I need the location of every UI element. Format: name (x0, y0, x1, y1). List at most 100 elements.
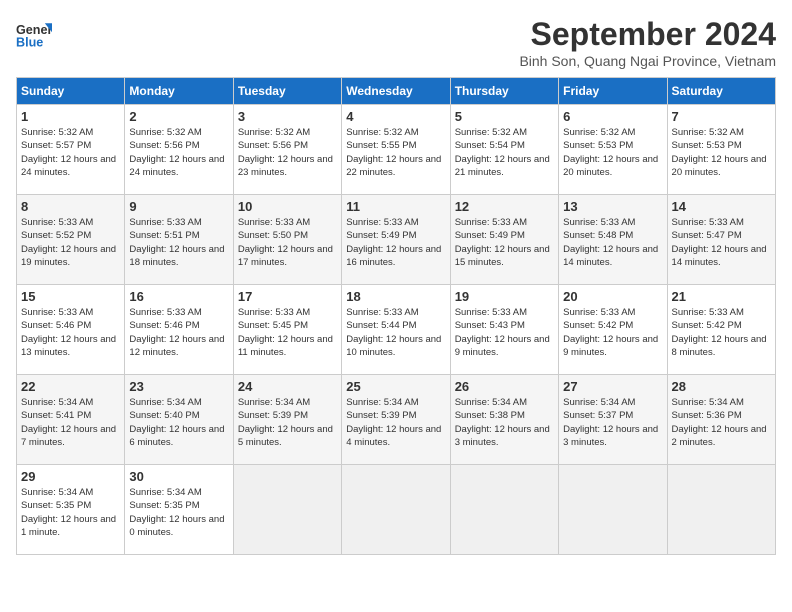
day-number: 23 (129, 379, 228, 394)
table-row: 25 Sunrise: 5:34 AMSunset: 5:39 PMDaylig… (342, 375, 450, 465)
table-row (342, 465, 450, 555)
table-row (450, 465, 558, 555)
table-row: 3 Sunrise: 5:32 AMSunset: 5:56 PMDayligh… (233, 105, 341, 195)
table-row: 6 Sunrise: 5:32 AMSunset: 5:53 PMDayligh… (559, 105, 667, 195)
day-number: 11 (346, 199, 445, 214)
day-info: Sunrise: 5:34 AMSunset: 5:41 PMDaylight:… (21, 396, 120, 449)
day-info: Sunrise: 5:33 AMSunset: 5:44 PMDaylight:… (346, 306, 445, 359)
table-row: 23 Sunrise: 5:34 AMSunset: 5:40 PMDaylig… (125, 375, 233, 465)
day-number: 2 (129, 109, 228, 124)
calendar-title: September 2024 (519, 16, 776, 53)
day-number: 19 (455, 289, 554, 304)
day-number: 17 (238, 289, 337, 304)
day-info: Sunrise: 5:33 AMSunset: 5:42 PMDaylight:… (563, 306, 662, 359)
table-row: 9 Sunrise: 5:33 AMSunset: 5:51 PMDayligh… (125, 195, 233, 285)
col-sunday: Sunday (17, 78, 125, 105)
day-number: 26 (455, 379, 554, 394)
day-number: 16 (129, 289, 228, 304)
day-number: 6 (563, 109, 662, 124)
title-section: September 2024 Binh Son, Quang Ngai Prov… (519, 16, 776, 69)
table-row: 29 Sunrise: 5:34 AMSunset: 5:35 PMDaylig… (17, 465, 125, 555)
calendar-row: 29 Sunrise: 5:34 AMSunset: 5:35 PMDaylig… (17, 465, 776, 555)
day-info: Sunrise: 5:32 AMSunset: 5:56 PMDaylight:… (129, 126, 228, 179)
table-row: 22 Sunrise: 5:34 AMSunset: 5:41 PMDaylig… (17, 375, 125, 465)
table-row: 30 Sunrise: 5:34 AMSunset: 5:35 PMDaylig… (125, 465, 233, 555)
table-row (233, 465, 341, 555)
day-info: Sunrise: 5:33 AMSunset: 5:50 PMDaylight:… (238, 216, 337, 269)
table-row: 26 Sunrise: 5:34 AMSunset: 5:38 PMDaylig… (450, 375, 558, 465)
day-number: 28 (672, 379, 771, 394)
day-info: Sunrise: 5:33 AMSunset: 5:48 PMDaylight:… (563, 216, 662, 269)
table-row: 24 Sunrise: 5:34 AMSunset: 5:39 PMDaylig… (233, 375, 341, 465)
day-info: Sunrise: 5:32 AMSunset: 5:53 PMDaylight:… (563, 126, 662, 179)
day-number: 25 (346, 379, 445, 394)
day-info: Sunrise: 5:34 AMSunset: 5:35 PMDaylight:… (129, 486, 228, 539)
col-monday: Monday (125, 78, 233, 105)
day-info: Sunrise: 5:33 AMSunset: 5:49 PMDaylight:… (455, 216, 554, 269)
day-info: Sunrise: 5:34 AMSunset: 5:39 PMDaylight:… (346, 396, 445, 449)
day-info: Sunrise: 5:33 AMSunset: 5:51 PMDaylight:… (129, 216, 228, 269)
page-header: General Blue September 2024 Binh Son, Qu… (16, 16, 776, 69)
day-number: 3 (238, 109, 337, 124)
day-info: Sunrise: 5:34 AMSunset: 5:40 PMDaylight:… (129, 396, 228, 449)
day-info: Sunrise: 5:33 AMSunset: 5:46 PMDaylight:… (21, 306, 120, 359)
table-row: 28 Sunrise: 5:34 AMSunset: 5:36 PMDaylig… (667, 375, 775, 465)
day-info: Sunrise: 5:32 AMSunset: 5:56 PMDaylight:… (238, 126, 337, 179)
day-number: 20 (563, 289, 662, 304)
table-row: 19 Sunrise: 5:33 AMSunset: 5:43 PMDaylig… (450, 285, 558, 375)
day-info: Sunrise: 5:33 AMSunset: 5:52 PMDaylight:… (21, 216, 120, 269)
day-number: 4 (346, 109, 445, 124)
day-info: Sunrise: 5:34 AMSunset: 5:38 PMDaylight:… (455, 396, 554, 449)
table-row: 27 Sunrise: 5:34 AMSunset: 5:37 PMDaylig… (559, 375, 667, 465)
col-saturday: Saturday (667, 78, 775, 105)
calendar-table: Sunday Monday Tuesday Wednesday Thursday… (16, 77, 776, 555)
day-number: 9 (129, 199, 228, 214)
day-number: 27 (563, 379, 662, 394)
day-info: Sunrise: 5:34 AMSunset: 5:39 PMDaylight:… (238, 396, 337, 449)
table-row: 18 Sunrise: 5:33 AMSunset: 5:44 PMDaylig… (342, 285, 450, 375)
calendar-row: 1 Sunrise: 5:32 AMSunset: 5:57 PMDayligh… (17, 105, 776, 195)
day-number: 21 (672, 289, 771, 304)
table-row: 13 Sunrise: 5:33 AMSunset: 5:48 PMDaylig… (559, 195, 667, 285)
day-info: Sunrise: 5:32 AMSunset: 5:54 PMDaylight:… (455, 126, 554, 179)
day-number: 12 (455, 199, 554, 214)
day-info: Sunrise: 5:34 AMSunset: 5:35 PMDaylight:… (21, 486, 120, 539)
day-info: Sunrise: 5:33 AMSunset: 5:42 PMDaylight:… (672, 306, 771, 359)
table-row: 14 Sunrise: 5:33 AMSunset: 5:47 PMDaylig… (667, 195, 775, 285)
table-row: 12 Sunrise: 5:33 AMSunset: 5:49 PMDaylig… (450, 195, 558, 285)
day-number: 29 (21, 469, 120, 484)
table-row: 11 Sunrise: 5:33 AMSunset: 5:49 PMDaylig… (342, 195, 450, 285)
table-row: 4 Sunrise: 5:32 AMSunset: 5:55 PMDayligh… (342, 105, 450, 195)
day-info: Sunrise: 5:34 AMSunset: 5:36 PMDaylight:… (672, 396, 771, 449)
day-info: Sunrise: 5:34 AMSunset: 5:37 PMDaylight:… (563, 396, 662, 449)
table-row (667, 465, 775, 555)
day-info: Sunrise: 5:33 AMSunset: 5:46 PMDaylight:… (129, 306, 228, 359)
table-row: 16 Sunrise: 5:33 AMSunset: 5:46 PMDaylig… (125, 285, 233, 375)
col-tuesday: Tuesday (233, 78, 341, 105)
svg-text:Blue: Blue (16, 36, 43, 50)
col-thursday: Thursday (450, 78, 558, 105)
day-info: Sunrise: 5:33 AMSunset: 5:47 PMDaylight:… (672, 216, 771, 269)
day-number: 1 (21, 109, 120, 124)
table-row (559, 465, 667, 555)
day-number: 7 (672, 109, 771, 124)
day-info: Sunrise: 5:33 AMSunset: 5:43 PMDaylight:… (455, 306, 554, 359)
day-number: 5 (455, 109, 554, 124)
day-number: 8 (21, 199, 120, 214)
day-info: Sunrise: 5:33 AMSunset: 5:49 PMDaylight:… (346, 216, 445, 269)
day-info: Sunrise: 5:32 AMSunset: 5:53 PMDaylight:… (672, 126, 771, 179)
table-row: 2 Sunrise: 5:32 AMSunset: 5:56 PMDayligh… (125, 105, 233, 195)
table-row: 1 Sunrise: 5:32 AMSunset: 5:57 PMDayligh… (17, 105, 125, 195)
table-row: 10 Sunrise: 5:33 AMSunset: 5:50 PMDaylig… (233, 195, 341, 285)
col-wednesday: Wednesday (342, 78, 450, 105)
day-number: 30 (129, 469, 228, 484)
table-row: 17 Sunrise: 5:33 AMSunset: 5:45 PMDaylig… (233, 285, 341, 375)
calendar-row: 22 Sunrise: 5:34 AMSunset: 5:41 PMDaylig… (17, 375, 776, 465)
calendar-row: 8 Sunrise: 5:33 AMSunset: 5:52 PMDayligh… (17, 195, 776, 285)
day-number: 22 (21, 379, 120, 394)
table-row: 8 Sunrise: 5:33 AMSunset: 5:52 PMDayligh… (17, 195, 125, 285)
calendar-subtitle: Binh Son, Quang Ngai Province, Vietnam (519, 53, 776, 69)
day-number: 10 (238, 199, 337, 214)
day-info: Sunrise: 5:32 AMSunset: 5:57 PMDaylight:… (21, 126, 120, 179)
table-row: 20 Sunrise: 5:33 AMSunset: 5:42 PMDaylig… (559, 285, 667, 375)
